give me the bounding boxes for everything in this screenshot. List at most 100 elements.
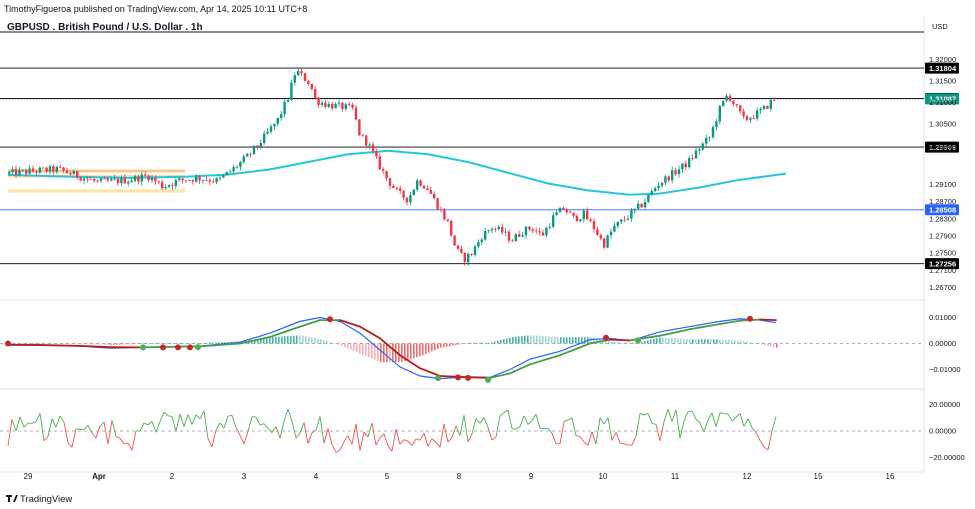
macd-histogram-bar bbox=[176, 343, 178, 344]
candle-body bbox=[365, 135, 368, 146]
macd-signal-line bbox=[359, 325, 381, 340]
oscillator-line bbox=[607, 417, 613, 441]
oscillator-line bbox=[111, 420, 117, 437]
candle-body bbox=[467, 253, 470, 263]
candle-body bbox=[613, 225, 616, 232]
candle-body bbox=[208, 180, 211, 182]
candle-body bbox=[290, 82, 293, 100]
candle-body bbox=[18, 169, 21, 176]
macd-histogram-bar bbox=[356, 343, 358, 353]
oscillator-line bbox=[491, 436, 497, 441]
oscillator-line bbox=[531, 413, 537, 421]
chart-frame[interactable]: 1.318041.310971.310871.299661.285081.272… bbox=[0, 17, 975, 509]
oscillator-axis-tick: 0.00000 bbox=[929, 427, 956, 436]
oscillator-line bbox=[411, 438, 417, 446]
candle-body bbox=[82, 178, 86, 181]
macd-histogram-bar bbox=[623, 343, 625, 344]
macd-histogram-bar bbox=[560, 337, 562, 344]
candle-body bbox=[548, 226, 551, 228]
candle-body bbox=[402, 190, 405, 198]
oscillator-line bbox=[347, 435, 353, 445]
macd-histogram-bar bbox=[71, 343, 73, 345]
macd-histogram-bar bbox=[341, 343, 343, 346]
candle-body bbox=[371, 144, 375, 152]
oscillator-line bbox=[399, 439, 405, 445]
candle-body bbox=[344, 104, 347, 109]
price-axis-tick: 1.29950 bbox=[929, 143, 956, 152]
candle-body bbox=[742, 111, 745, 117]
macd-histogram-bar bbox=[491, 342, 493, 344]
candle-body bbox=[140, 174, 143, 182]
candle-body bbox=[616, 221, 619, 226]
candle-body bbox=[368, 144, 371, 146]
price-axis-tick: 1.26700 bbox=[929, 283, 956, 292]
candle-body bbox=[222, 175, 225, 178]
oscillator-line bbox=[159, 411, 165, 422]
macd-histogram-bar bbox=[272, 337, 274, 344]
candle-body bbox=[334, 103, 337, 109]
oscillator-line bbox=[91, 432, 97, 439]
oscillator-line bbox=[315, 416, 321, 431]
macd-histogram-bar bbox=[26, 343, 28, 344]
oscillator-line bbox=[459, 415, 465, 436]
candle-body bbox=[654, 188, 657, 192]
macd-histogram-bar bbox=[614, 342, 616, 344]
macd-histogram-bar bbox=[182, 343, 184, 344]
candle-body bbox=[484, 231, 487, 240]
candle-body bbox=[490, 228, 494, 231]
macd-histogram-bar bbox=[197, 343, 199, 344]
macd-histogram-bar bbox=[518, 336, 520, 344]
macd-histogram-bar bbox=[434, 343, 436, 351]
macd-histogram-bar bbox=[566, 337, 568, 344]
macd-histogram-bar bbox=[386, 343, 388, 363]
oscillator-line bbox=[147, 420, 153, 426]
macd-histogram-bar bbox=[506, 338, 508, 344]
macd-histogram-bar bbox=[92, 343, 94, 345]
candle-body bbox=[640, 203, 643, 208]
oscillator-line bbox=[771, 416, 777, 431]
candle-body bbox=[630, 210, 633, 219]
candle-body bbox=[174, 180, 177, 186]
time-axis-tick: 2 bbox=[170, 472, 175, 481]
chart-svg[interactable]: 1.318041.310971.310871.299661.285081.272… bbox=[0, 17, 975, 509]
candle-body bbox=[341, 102, 344, 109]
oscillator-line bbox=[391, 429, 397, 452]
candle-body bbox=[487, 230, 490, 232]
macd-histogram-bar bbox=[731, 340, 733, 344]
oscillator-line bbox=[195, 414, 201, 420]
candle-body bbox=[385, 170, 388, 179]
time-axis-tick: 3 bbox=[242, 472, 247, 481]
macd-histogram-bar bbox=[680, 338, 682, 344]
currency-label[interactable]: USD bbox=[932, 22, 948, 31]
time-axis-tick: 10 bbox=[599, 472, 608, 481]
oscillator-line bbox=[287, 409, 293, 422]
oscillator-line bbox=[231, 415, 237, 428]
candle-body bbox=[531, 229, 534, 231]
macd-signal-line bbox=[509, 363, 531, 375]
macd-histogram-bar bbox=[512, 337, 514, 344]
candle-body bbox=[694, 150, 698, 159]
macd-histogram-bar bbox=[68, 343, 70, 345]
supply-demand-zone bbox=[8, 189, 185, 193]
oscillator-line bbox=[591, 431, 597, 445]
macd-histogram-bar bbox=[14, 343, 16, 345]
oscillator-line bbox=[719, 412, 725, 415]
candle-body bbox=[609, 231, 613, 236]
candle-body bbox=[147, 175, 150, 181]
oscillator-line bbox=[587, 431, 593, 446]
macd-histogram-bar bbox=[320, 339, 322, 344]
macd-histogram-bar bbox=[275, 336, 277, 344]
candle-body bbox=[439, 209, 443, 211]
macd-histogram-bar bbox=[662, 337, 664, 344]
oscillator-line bbox=[219, 422, 225, 429]
macd-histogram-bar bbox=[479, 342, 481, 344]
macd-histogram-bar bbox=[35, 343, 37, 344]
candle-body bbox=[212, 181, 215, 183]
candle-body bbox=[422, 185, 426, 189]
macd-histogram-bar bbox=[332, 343, 334, 344]
candle-body bbox=[310, 83, 313, 90]
candle-body bbox=[21, 169, 24, 171]
price-axis-tick: 1.31000 bbox=[929, 98, 956, 107]
supply-demand-zone bbox=[8, 169, 185, 173]
tradingview-logo[interactable]: TradingView bbox=[6, 494, 72, 505]
